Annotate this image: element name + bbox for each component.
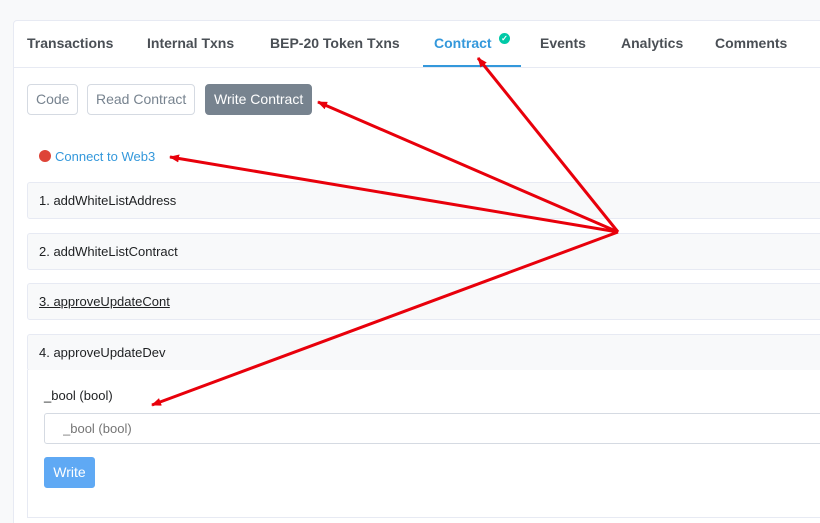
function-label: 3. approveUpdateCont	[39, 294, 170, 309]
function-row[interactable]: 4. approveUpdateDev	[27, 334, 820, 371]
tab-events[interactable]: Events	[540, 21, 586, 67]
verified-check-icon: ✓	[499, 33, 510, 44]
write-button[interactable]: Write	[44, 457, 95, 488]
function-label: 1. addWhiteListAddress	[39, 193, 177, 208]
function-row[interactable]: 2. addWhiteListContract	[27, 233, 820, 270]
function-row[interactable]: 1. addWhiteListAddress	[27, 182, 820, 219]
bool-input[interactable]	[44, 413, 820, 444]
connect-web3-label: Connect to Web3	[55, 149, 156, 164]
function-label: 2. addWhiteListContract	[39, 244, 178, 259]
tab-transactions[interactable]: Transactions	[27, 21, 113, 67]
contract-card: Transactions Internal Txns BEP-20 Token …	[13, 20, 820, 523]
read-contract-button[interactable]: Read Contract	[87, 84, 196, 115]
status-dot-icon	[39, 150, 51, 162]
tab-analytics[interactable]: Analytics	[621, 21, 683, 67]
tab-contract[interactable]: Contract ✓	[423, 21, 521, 67]
tab-bar: Transactions Internal Txns BEP-20 Token …	[14, 21, 820, 68]
function-row[interactable]: 3. approveUpdateCont	[27, 283, 820, 320]
function-label: 4. approveUpdateDev	[39, 345, 166, 360]
code-button[interactable]: Code	[27, 84, 79, 115]
tab-bep20-token-txns[interactable]: BEP-20 Token Txns	[270, 21, 400, 67]
write-contract-button[interactable]: Write Contract	[205, 84, 313, 115]
function-body: _bool (bool) Write	[27, 370, 820, 518]
tab-contract-label: Contract	[434, 35, 492, 51]
tab-internal-txns[interactable]: Internal Txns	[147, 21, 234, 67]
param-label: _bool (bool)	[44, 388, 113, 403]
connect-web3-link[interactable]: Connect to Web3	[39, 149, 155, 164]
tab-comments[interactable]: Comments	[715, 21, 787, 67]
